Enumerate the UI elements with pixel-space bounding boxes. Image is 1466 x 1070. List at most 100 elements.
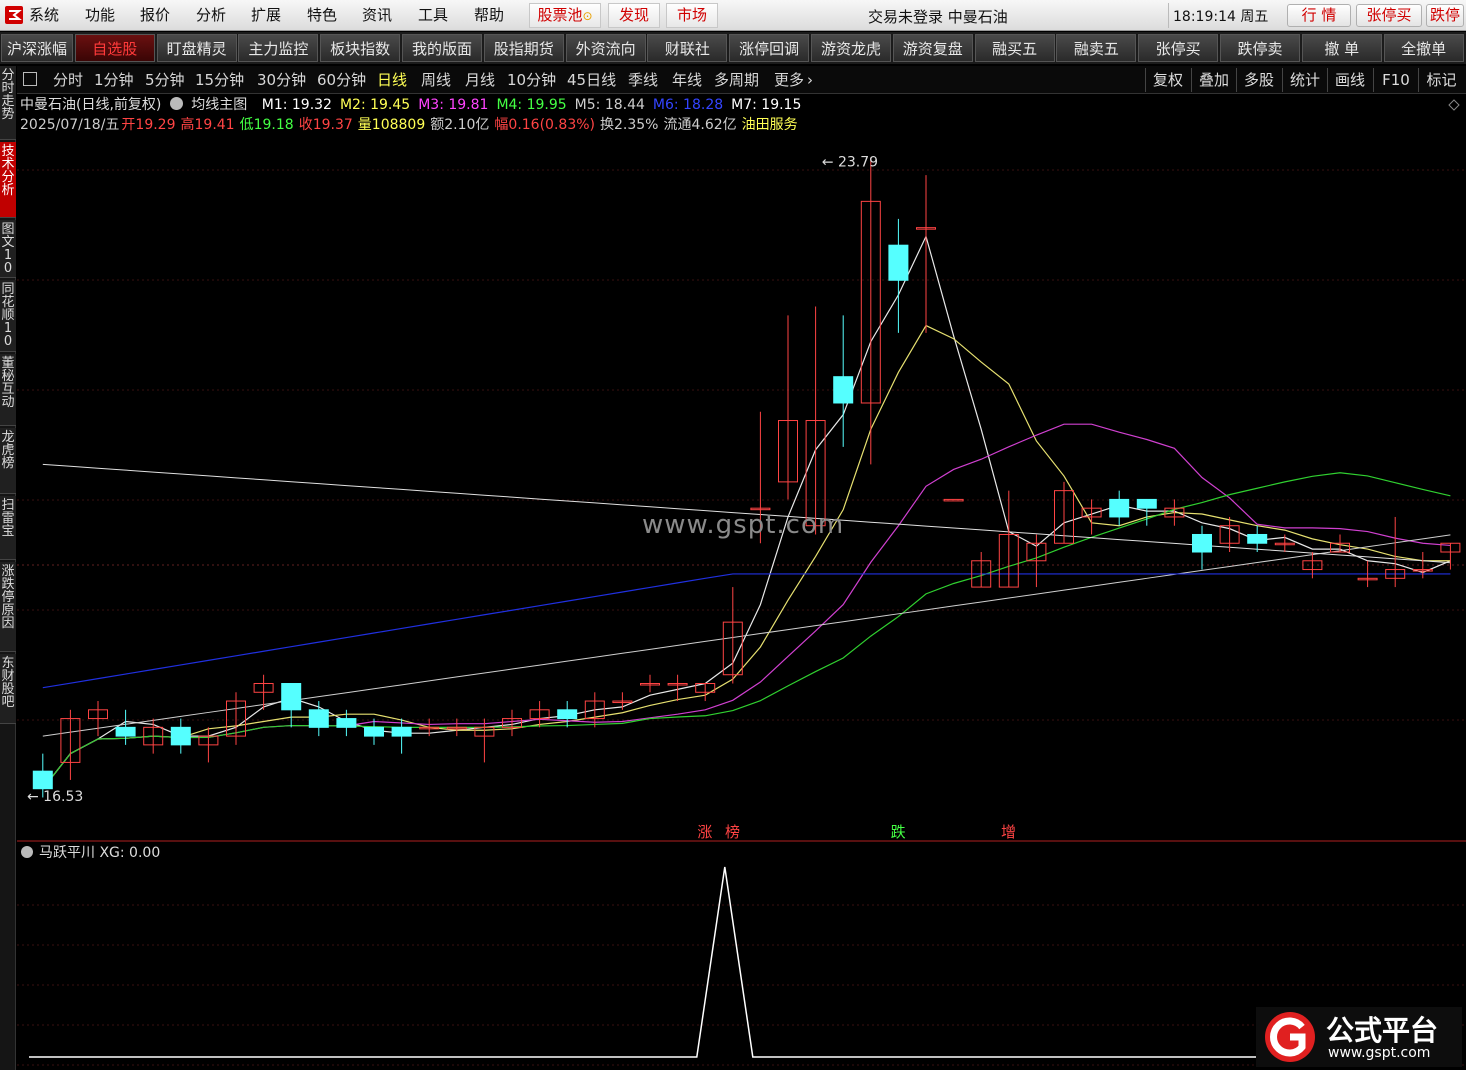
event-marker-2[interactable]: 跌 [891, 823, 906, 841]
toolbar-button-2[interactable]: 盯盘精灵 [156, 34, 237, 62]
period-1[interactable]: 1分钟 [94, 70, 134, 90]
login-status: 交易未登录 中曼石油 [868, 8, 1008, 26]
high-price-label: ← 23.79 [822, 154, 878, 170]
side-tab-8[interactable]: 东财股吧 [0, 654, 16, 724]
period-14[interactable]: 更多 [774, 70, 804, 90]
menu-help[interactable]: 帮助 [474, 5, 504, 25]
period-11[interactable]: 季线 [628, 70, 658, 90]
toolbar-button-3[interactable]: 主力监控 [238, 34, 319, 62]
candle-body[interactable] [391, 726, 412, 737]
side-tab-4[interactable]: 董秘互动 [0, 354, 16, 426]
limit-down-button[interactable]: 跌停 [1426, 4, 1464, 27]
right-tool-2[interactable]: 多股 [1236, 68, 1281, 92]
candle-body[interactable] [1192, 533, 1212, 553]
quote-button[interactable]: 行 情 [1287, 4, 1351, 27]
period-8[interactable]: 月线 [465, 70, 495, 90]
period-5[interactable]: 60分钟 [317, 70, 366, 90]
separator [1168, 3, 1169, 28]
toolbar-button-11[interactable]: 游资复盘 [892, 34, 973, 62]
menu-tools[interactable]: 工具 [418, 5, 448, 25]
toolbar-button-13[interactable]: 融卖五 [1056, 34, 1137, 62]
toolbar-button-4[interactable]: 板块指数 [320, 34, 401, 62]
right-tool-3[interactable]: 统计 [1282, 68, 1327, 92]
more-chevron-icon[interactable]: › [807, 70, 813, 90]
event-marker-0[interactable]: 涨 [697, 823, 712, 841]
right-tool-1[interactable]: 叠加 [1191, 68, 1236, 92]
period-2[interactable]: 5分钟 [145, 70, 185, 90]
right-tool-6[interactable]: 标记 [1418, 68, 1464, 92]
side-tab-3[interactable]: 同花顺10 [0, 280, 16, 352]
period-7[interactable]: 周线 [421, 70, 451, 90]
period-0[interactable]: 分时 [53, 70, 83, 90]
menu-quote[interactable]: 报价 [140, 5, 170, 25]
candle-body[interactable] [115, 726, 136, 737]
footer-logo-title: 公式平台 [1326, 1014, 1439, 1047]
toolbar-button-15[interactable]: 跌停卖 [1220, 34, 1300, 62]
toolbar-button-8[interactable]: 财联社 [647, 34, 728, 62]
stock-pool-button[interactable]: 股票池⊙ [529, 3, 601, 28]
side-tab-5[interactable]: 龙虎榜 [0, 428, 16, 494]
toolbar-button-7[interactable]: 外资流向 [565, 34, 646, 62]
toolbar-button-16[interactable]: 撤 单 [1301, 34, 1382, 62]
toolbar-button-12[interactable]: 融买五 [974, 34, 1055, 62]
period-9[interactable]: 10分钟 [507, 70, 556, 90]
menu-function[interactable]: 功能 [85, 5, 115, 25]
side-tab-2[interactable]: 图文10 [0, 220, 16, 278]
candle-body[interactable] [1247, 533, 1268, 544]
toolbar-button-6[interactable]: 股指期货 [483, 34, 564, 62]
sub-indicator-settings-icon[interactable] [21, 846, 33, 858]
period-10[interactable]: 45日线 [567, 70, 616, 90]
toolbar-button-1[interactable]: 自选股 [74, 34, 155, 62]
toolbar-button-0[interactable]: 沪深涨幅 [1, 34, 73, 62]
menu-bar: 系统 功能 报价 分析 扩展 特色 资讯 工具 帮助 股票池⊙ 发现 市场 交易… [0, 0, 1466, 31]
candle-body[interactable] [308, 709, 329, 728]
right-tool-5[interactable]: F10 [1373, 68, 1418, 92]
period-bar: 分时 1分钟 5分钟 15分钟 30分钟 60分钟 日线 周线 月线 10分钟 45日线 季线 年线 多周… [17, 66, 1466, 94]
candle-body[interactable] [1109, 498, 1130, 518]
diamond-icon[interactable] [1448, 99, 1460, 111]
period-12[interactable]: 年线 [672, 70, 702, 90]
menu-system[interactable]: 系统 [29, 5, 59, 25]
ma-line-2 [42, 324, 1451, 790]
candle-body[interactable] [888, 244, 909, 281]
low-price-label: ← 16.53 [27, 789, 83, 805]
limit-up-buy-button[interactable]: 张停买 [1356, 4, 1422, 27]
toolbar-button-10[interactable]: 游资龙虎 [811, 34, 891, 62]
period-4[interactable]: 30分钟 [257, 70, 306, 90]
period-3[interactable]: 15分钟 [195, 70, 244, 90]
period-6[interactable]: 日线 [377, 70, 407, 90]
side-tabs: 分时走势技术分析图文10 同花顺10 董秘互动龙虎榜扫雷宝涨跌停原因东财股吧 [0, 66, 16, 1070]
candle-body[interactable] [336, 718, 357, 728]
right-tool-4[interactable]: 画线 [1327, 68, 1372, 92]
menu-special[interactable]: 特色 [307, 5, 337, 25]
period-13[interactable]: 多周期 [714, 70, 759, 90]
menu-extend[interactable]: 扩展 [251, 5, 281, 25]
candle-body[interactable] [1136, 498, 1157, 509]
toolbar-button-17[interactable]: 全撤单 [1383, 34, 1464, 62]
right-tool-0[interactable]: 复权 [1145, 68, 1190, 92]
market-button[interactable]: 市场 [666, 3, 718, 28]
candle-body[interactable] [364, 726, 384, 737]
toolbar-button-14[interactable]: 张停买 [1138, 34, 1219, 62]
candle-body[interactable] [833, 376, 854, 404]
side-tab-7[interactable]: 涨跌停原因 [0, 562, 16, 652]
event-marker-1[interactable]: 榜 [725, 823, 740, 841]
event-marker-3[interactable]: 增 [1001, 823, 1016, 841]
side-tab-6[interactable]: 扫雷宝 [0, 496, 16, 560]
candle-body[interactable] [32, 770, 53, 790]
menu-info[interactable]: 资讯 [362, 5, 392, 25]
side-tab-1[interactable]: 技术分析 [0, 142, 16, 218]
toolbar-button-5[interactable]: 我的版面 [402, 34, 482, 62]
discover-button[interactable]: 发现 [608, 3, 660, 28]
ma-line-6 [42, 573, 1451, 689]
star-icon: ⊙ [582, 9, 593, 23]
menu-analysis[interactable]: 分析 [196, 5, 226, 25]
toolbar-button-9[interactable]: 涨停回调 [729, 34, 810, 62]
footer-logo: 公式平台 www.gspt.com [1256, 1007, 1462, 1067]
candle-body[interactable] [281, 683, 302, 711]
candle-body[interactable] [170, 726, 191, 746]
toggle-panel-icon[interactable] [23, 72, 37, 86]
side-tab-0[interactable]: 分时走势 [0, 66, 16, 140]
candlestick-chart[interactable]: ← 23.79 ← 16.53 涨榜 跌 增马跃平川 XG: 0.00 [17, 95, 1466, 1070]
candle-body[interactable] [557, 709, 578, 720]
